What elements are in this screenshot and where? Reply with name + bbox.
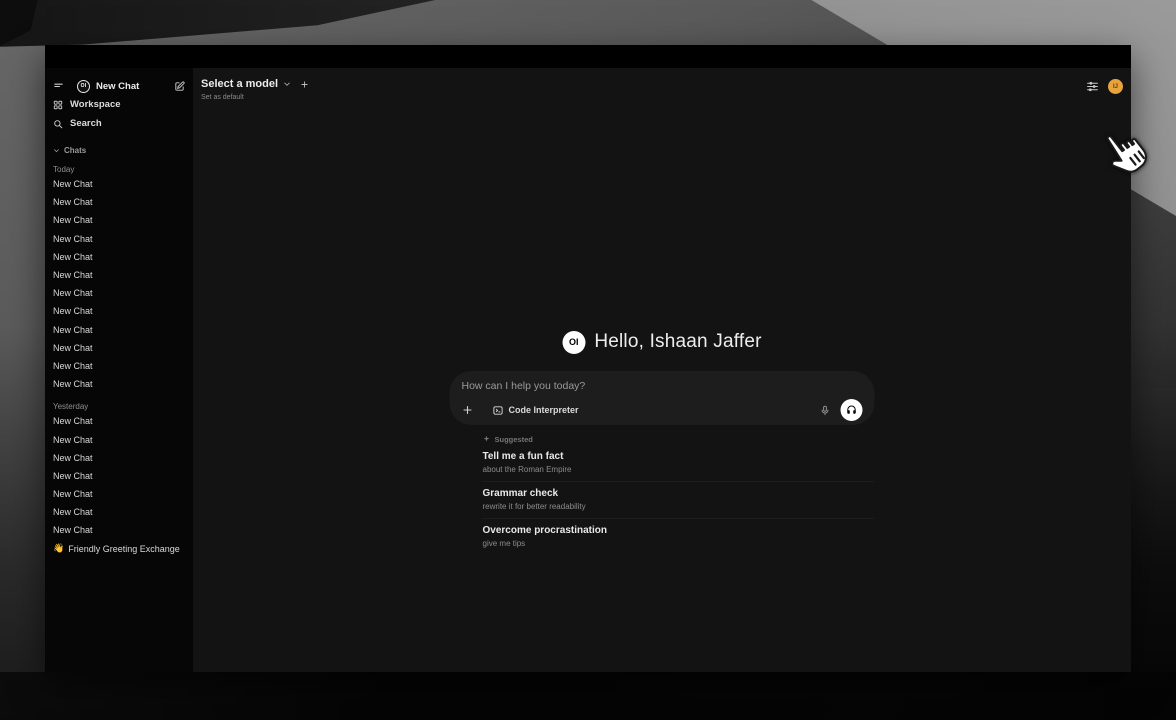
- chevron-down-icon: [283, 80, 291, 88]
- welcome-stack: OI Hello, Ishaan Jaffer How can I help y…: [450, 330, 875, 555]
- suggested-prompt-title: Overcome procrastination: [483, 525, 875, 536]
- chat-list-item[interactable]: New Chat: [53, 266, 185, 284]
- sidebar-header: OI New Chat: [53, 77, 185, 95]
- chat-list-item[interactable]: New Chat: [53, 302, 185, 320]
- app-logo-large: OI: [562, 331, 585, 354]
- chat-group-label-yesterday: Yesterday: [53, 400, 185, 412]
- new-chat-icon[interactable]: [174, 81, 185, 92]
- suggested-prompt[interactable]: Grammar check rewrite it for better read…: [483, 482, 875, 519]
- chat-list-item[interactable]: New Chat: [53, 211, 185, 229]
- app-logo-small: OI: [77, 80, 90, 93]
- chat-list-item[interactable]: New Chat: [53, 175, 185, 193]
- composer-controls: Code Interpreter: [462, 399, 863, 421]
- sidebar-item-workspace[interactable]: Workspace: [53, 95, 185, 114]
- suggested-prompt[interactable]: Overcome procrastination give me tips: [483, 519, 875, 555]
- suggested-prompt-title: Grammar check: [483, 488, 875, 499]
- suggested-prompt-subtitle: give me tips: [483, 539, 875, 548]
- set-default-button[interactable]: Set as default: [201, 94, 309, 101]
- greeting-text: Hello, Ishaan Jaffer: [594, 331, 761, 353]
- window-titlebar: [45, 45, 1131, 68]
- suggested-header: Suggested: [483, 433, 875, 445]
- model-bar: Select a model Set as default: [201, 78, 309, 101]
- composer-placeholder: How can I help you today?: [462, 380, 863, 392]
- chat-group-label-today: Today: [53, 163, 185, 175]
- suggested-section: Suggested Tell me a fun fact about the R…: [450, 433, 875, 555]
- chat-list-item[interactable]: New Chat: [53, 521, 185, 539]
- chat-list-item[interactable]: New Chat: [53, 284, 185, 302]
- chat-list-item[interactable]: New Chat: [53, 503, 185, 521]
- suggested-list: Tell me a fun fact about the Roman Empir…: [483, 445, 875, 555]
- search-label: Search: [70, 118, 102, 129]
- sidebar: OI New Chat Workspace Search: [45, 68, 193, 672]
- chats-section-toggle[interactable]: Chats: [53, 144, 185, 156]
- app-window: OI New Chat Workspace Search: [45, 45, 1131, 672]
- suggested-label: Suggested: [495, 435, 533, 444]
- chat-list-item[interactable]: New Chat: [53, 248, 185, 266]
- code-interpreter-toggle[interactable]: Code Interpreter: [493, 405, 579, 416]
- sidebar-new-chat-title: New Chat: [96, 81, 174, 92]
- chat-list-item[interactable]: New Chat: [53, 467, 185, 485]
- message-composer[interactable]: How can I help you today? Code Interpret…: [450, 371, 875, 425]
- suggested-prompt-subtitle: rewrite it for better readability: [483, 502, 875, 511]
- sparkle-icon: [483, 435, 491, 443]
- search-icon: [53, 119, 63, 129]
- code-interpreter-label: Code Interpreter: [509, 405, 579, 415]
- model-selector[interactable]: Select a model: [201, 78, 309, 90]
- chat-list-item-friendly-greeting[interactable]: 👋 Friendly Greeting Exchange: [53, 540, 185, 558]
- suggested-prompt-subtitle: about the Roman Empire: [483, 465, 875, 474]
- chat-list-item[interactable]: New Chat: [53, 193, 185, 211]
- chat-controls-icon[interactable]: [1086, 80, 1099, 93]
- suggested-prompt-title: Tell me a fun fact: [483, 451, 875, 462]
- chat-list-item[interactable]: New Chat: [53, 412, 185, 430]
- suggested-prompt[interactable]: Tell me a fun fact about the Roman Empir…: [483, 445, 875, 482]
- code-interpreter-icon: [493, 405, 504, 416]
- wave-emoji: 👋: [53, 543, 64, 554]
- chat-list-item[interactable]: New Chat: [53, 321, 185, 339]
- chat-list-item[interactable]: New Chat: [53, 430, 185, 448]
- workspace-grid-icon: [53, 100, 63, 110]
- microphone-icon[interactable]: [820, 405, 831, 416]
- chats-section-label: Chats: [64, 146, 86, 155]
- sidebar-item-search[interactable]: Search: [53, 114, 185, 133]
- chat-list-item[interactable]: New Chat: [53, 339, 185, 357]
- model-selector-label: Select a model: [201, 78, 278, 90]
- topbar-actions: IJ: [1086, 79, 1123, 94]
- chat-list-item[interactable]: New Chat: [53, 485, 185, 503]
- chat-list-item[interactable]: New Chat: [53, 357, 185, 375]
- voice-call-button[interactable]: [841, 399, 863, 421]
- main-area: Select a model Set as default IJ: [193, 68, 1131, 672]
- headphones-icon: [846, 404, 858, 416]
- attach-plus-icon[interactable]: [462, 404, 474, 416]
- user-avatar[interactable]: IJ: [1108, 79, 1123, 94]
- greeting: OI Hello, Ishaan Jaffer: [450, 330, 875, 354]
- add-model-icon[interactable]: [300, 80, 309, 89]
- chat-list-item[interactable]: New Chat: [53, 230, 185, 248]
- sidebar-toggle-icon[interactable]: [53, 81, 64, 92]
- chat-title: Friendly Greeting Exchange: [68, 544, 180, 554]
- chat-list-item[interactable]: New Chat: [53, 375, 185, 393]
- chevron-down-icon: [53, 147, 60, 154]
- workspace-label: Workspace: [70, 99, 121, 110]
- chat-list-today: New Chat New Chat New Chat New Chat New …: [53, 175, 185, 393]
- chat-list-item[interactable]: New Chat: [53, 449, 185, 467]
- chat-list-yesterday: New Chat New Chat New Chat New Chat New …: [53, 412, 185, 539]
